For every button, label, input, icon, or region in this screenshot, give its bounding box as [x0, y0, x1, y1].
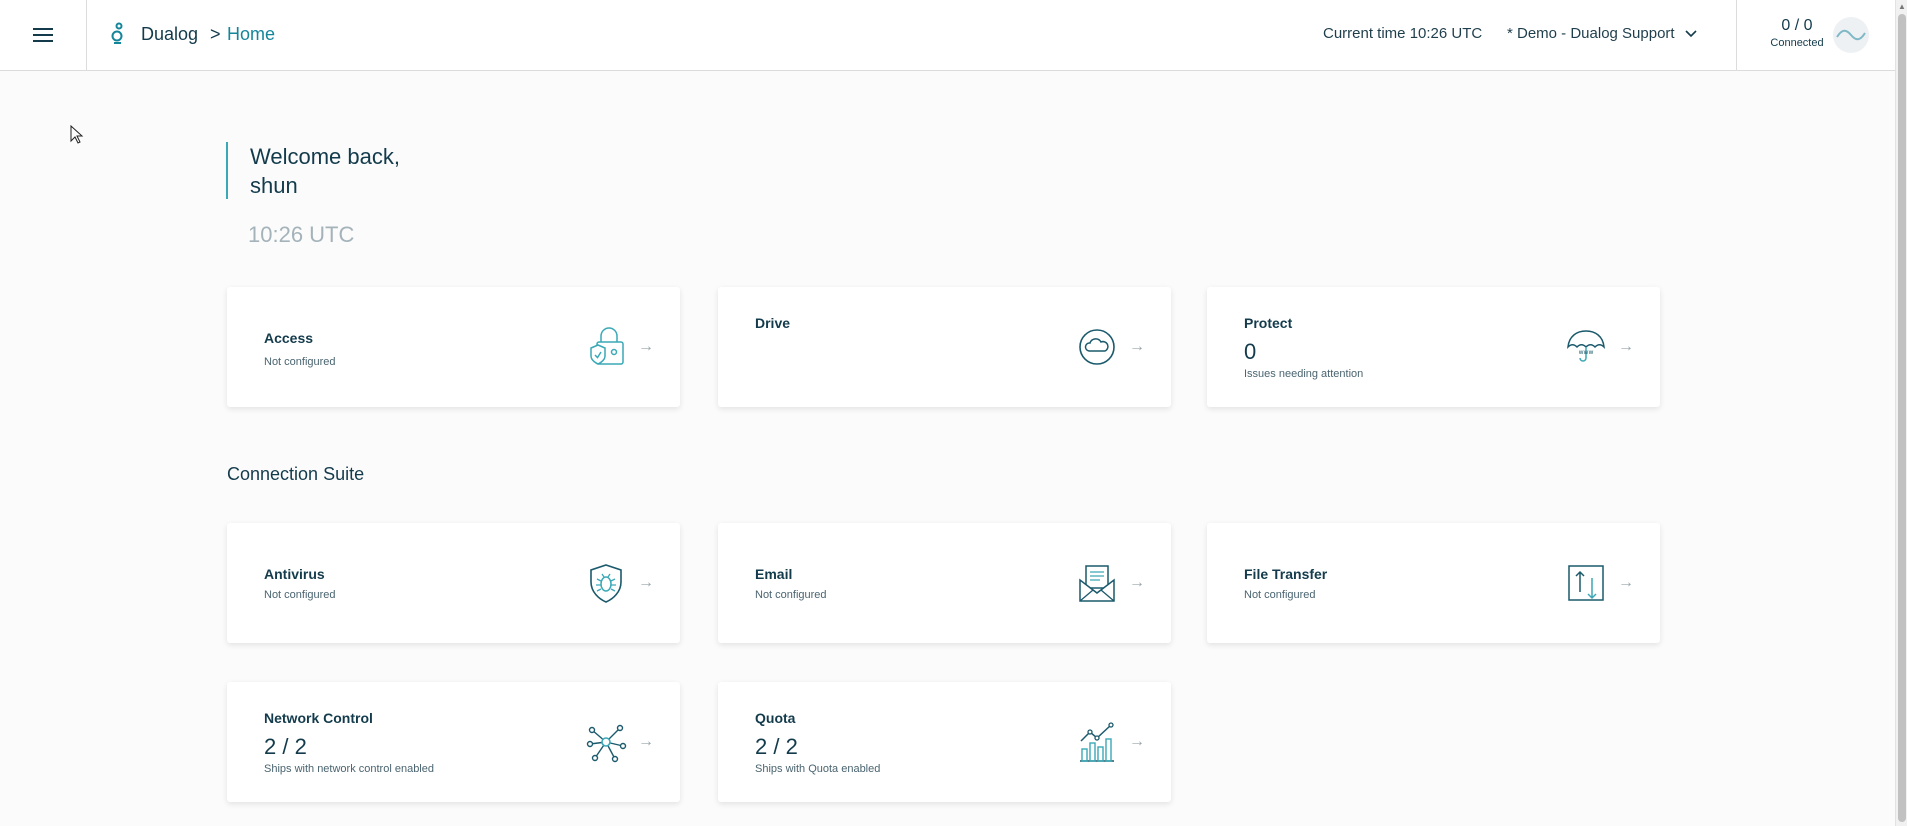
card-subtitle: Not configured: [264, 356, 336, 368]
card-subtitle: Not configured: [264, 589, 336, 601]
card-subtitle: Not configured: [755, 589, 827, 601]
network-control-card[interactable]: Network Control 2 / 2 Ships with network…: [227, 682, 680, 802]
connected-label: Connected: [1770, 37, 1824, 49]
network-control-count: 2 / 2: [264, 734, 307, 759]
card-title: Antivirus: [264, 566, 325, 582]
card-subtitle: Not configured: [1244, 589, 1316, 601]
arrow-right-icon: →: [638, 338, 654, 355]
drive-card[interactable]: Drive →: [718, 287, 1171, 407]
umbrella-www-icon: www: [1567, 330, 1605, 362]
file-transfer-card[interactable]: File Transfer Not configured →: [1207, 523, 1660, 643]
connected-count: 0 / 0: [1781, 17, 1813, 34]
transfer-arrows-icon: [1568, 565, 1604, 601]
hamburger-icon: [33, 28, 53, 42]
welcome-username: shun: [250, 173, 298, 198]
dualog-logo-icon: [111, 22, 123, 44]
page-scrollbar[interactable]: ▲: [1895, 0, 1907, 826]
issues-count: 0: [1244, 339, 1257, 364]
svg-text:www: www: [1579, 349, 1594, 356]
card-title: File Transfer: [1244, 566, 1328, 582]
arrow-right-icon: →: [1129, 574, 1145, 591]
brand-link[interactable]: Dualog: [141, 24, 198, 45]
breadcrumb-home[interactable]: Home: [227, 24, 275, 45]
card-title: Drive: [755, 315, 791, 331]
card-subtitle: Ships with network control enabled: [264, 763, 434, 775]
connection-suite-heading: Connection Suite: [227, 464, 365, 484]
mouse-cursor-icon: [70, 125, 84, 144]
menu-button[interactable]: [0, 0, 87, 70]
breadcrumb-separator: >: [210, 24, 221, 44]
bug-shield-icon: [590, 564, 622, 603]
card-title: Email: [755, 566, 793, 582]
card-title: Network Control: [264, 710, 373, 726]
network-nodes-icon: [586, 724, 627, 763]
arrow-right-icon: →: [1129, 338, 1145, 355]
card-title: Access: [264, 330, 314, 346]
welcome-time: 10:26 UTC: [248, 222, 355, 247]
welcome-greeting: Welcome back,: [250, 144, 400, 169]
scroll-thumb[interactable]: [1898, 14, 1906, 822]
tenant-label: * Demo - Dualog Support: [1507, 25, 1675, 42]
card-title: Quota: [755, 710, 796, 726]
arrow-right-icon: →: [638, 733, 654, 750]
bar-chart-trend-icon: [1080, 722, 1114, 762]
envelope-letter-icon: [1079, 565, 1115, 602]
connection-wave-icon: [1833, 17, 1869, 53]
top-header: Dualog > Home Current time 10:26 UTC * D…: [0, 0, 1895, 71]
quota-card[interactable]: Quota 2 / 2 Ships with Quota enabled →: [718, 682, 1171, 802]
arrow-right-icon: →: [638, 574, 654, 591]
protect-card[interactable]: Protect 0 Issues needing attention www →: [1207, 287, 1660, 407]
chevron-down-icon: [1685, 29, 1697, 37]
arrow-right-icon: →: [1618, 574, 1634, 591]
lock-shield-icon: [590, 327, 624, 365]
email-card[interactable]: Email Not configured →: [718, 523, 1171, 643]
connection-status[interactable]: 0 / 0 Connected: [1736, 0, 1895, 70]
welcome-block: Welcome back, shun: [226, 142, 400, 199]
quota-count: 2 / 2: [755, 734, 798, 759]
tenant-selector[interactable]: * Demo - Dualog Support: [1507, 25, 1697, 42]
cloud-icon: [1079, 329, 1115, 365]
scroll-up-icon[interactable]: ▲: [1898, 2, 1906, 11]
arrow-right-icon: →: [1618, 338, 1634, 355]
card-subtitle: Ships with Quota enabled: [755, 763, 881, 775]
access-card[interactable]: Access Not configured →: [227, 287, 680, 407]
current-time: Current time 10:26 UTC: [1323, 25, 1483, 42]
card-title: Protect: [1244, 315, 1293, 331]
antivirus-card[interactable]: Antivirus Not configured →: [227, 523, 680, 643]
arrow-right-icon: →: [1129, 733, 1145, 750]
card-subtitle: Issues needing attention: [1244, 368, 1364, 380]
